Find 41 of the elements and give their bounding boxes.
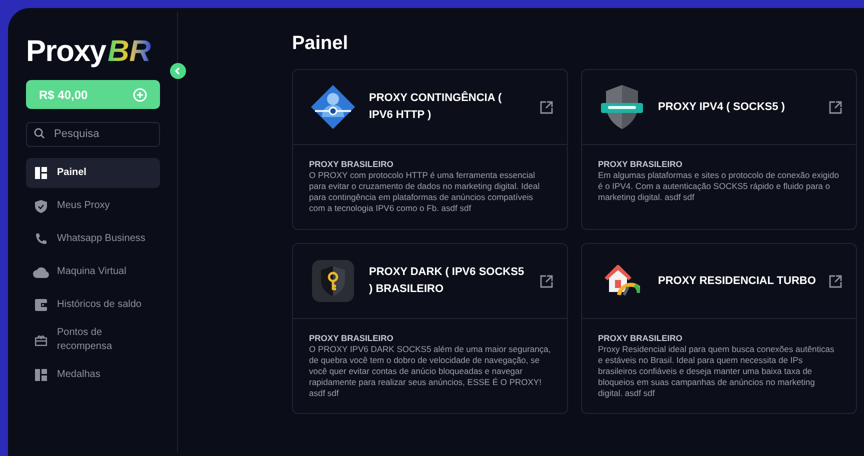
collapse-button[interactable]	[170, 63, 186, 79]
wallet-icon	[35, 299, 47, 311]
card-subtitle: PROXY BRASILEIRO	[309, 333, 394, 344]
phone-icon	[35, 233, 47, 245]
gift-icon	[35, 334, 47, 346]
open-link-button[interactable]	[540, 100, 553, 114]
chevron-left-icon	[174, 67, 182, 75]
card-description: Proxy Residencial ideal para quem busca conexões autênticas e estáveis no Brasil. Ideal para quem necessita de IPs brasileiros confiáveis e deseja manter uma baixa taxa de bloqueios em suas campanhas de anúncios no marketing digital. asdf sdf	[598, 344, 836, 399]
card-title: PROXY CONTINGÊNCIA ( IPV6 HTTP )	[369, 90, 503, 123]
page-title: Painel	[292, 32, 349, 54]
open-link-button[interactable]	[540, 274, 553, 288]
sidebar-item[interactable]: Pontos de recompensa	[26, 323, 160, 357]
open-link-button[interactable]	[829, 274, 842, 288]
card-title: PROXY DARK ( IPV6 SOCKS5 ) BRASILEIRO	[369, 265, 526, 297]
sidebar-item[interactable]: Whatsapp Business	[26, 224, 160, 254]
key-shield-icon	[312, 260, 354, 302]
sidebar-item[interactable]: Meus Proxy	[26, 191, 160, 221]
person-diamond-icon	[311, 85, 355, 129]
sidebar-item[interactable]: Históricos de saldo	[26, 290, 160, 320]
sidebar-item[interactable]: Maquina Virtual	[26, 257, 160, 287]
open-link-button[interactable]	[829, 100, 842, 114]
shield-badge-icon	[601, 85, 643, 129]
card-description: O PROXY IPV6 DARK SOCKS5 além de uma maior segurança, de quebra você tem o dobro de velocidade de navegação, se você quer evitar contas de anúcio bloqueadas e navegar rapidamente para realizar seus anúncios, ESSE É O PROXY! asdf sdf	[309, 344, 551, 399]
card-subtitle: PROXY BRASILEIRO	[598, 159, 684, 170]
house-gauge-icon	[604, 265, 640, 297]
shield-icon	[35, 200, 47, 212]
card-subtitle: PROXY BRASILEIRO	[598, 333, 684, 344]
card-description: Em algumas plataformas e sites o protocolo de conexão exigido é o IPV4. Com a autenticação SOCKS5 rápido e fluido para o marketing digital. asdf sdf	[598, 170, 840, 203]
dashboard-icon	[35, 369, 47, 381]
card-title: PROXY IPV4 ( SOCKS5 )	[658, 100, 786, 114]
search-field[interactable]: Pesquisa	[26, 122, 160, 146]
card-description: O PROXY com protocolo HTTP é uma ferramenta essencial para evitar o cruzamento de dados no marketing digital. Ideal para contingência em plataformas de anúncios compatíveis com a tecnologia IPV6 como o Fb. asdf sdf	[309, 170, 541, 214]
sidebar-item[interactable]: Painel	[26, 158, 160, 188]
plus-circle-icon	[133, 88, 147, 102]
cloud-icon	[33, 266, 49, 278]
card-subtitle: PROXY BRASILEIRO	[309, 159, 394, 170]
logo-text: Proxy	[26, 34, 106, 70]
card-title: PROXY RESIDENCIAL TURBO	[658, 274, 817, 288]
search-icon	[34, 128, 45, 139]
sidebar-item[interactable]: Medalhas	[26, 360, 160, 390]
dashboard-icon	[35, 167, 47, 179]
